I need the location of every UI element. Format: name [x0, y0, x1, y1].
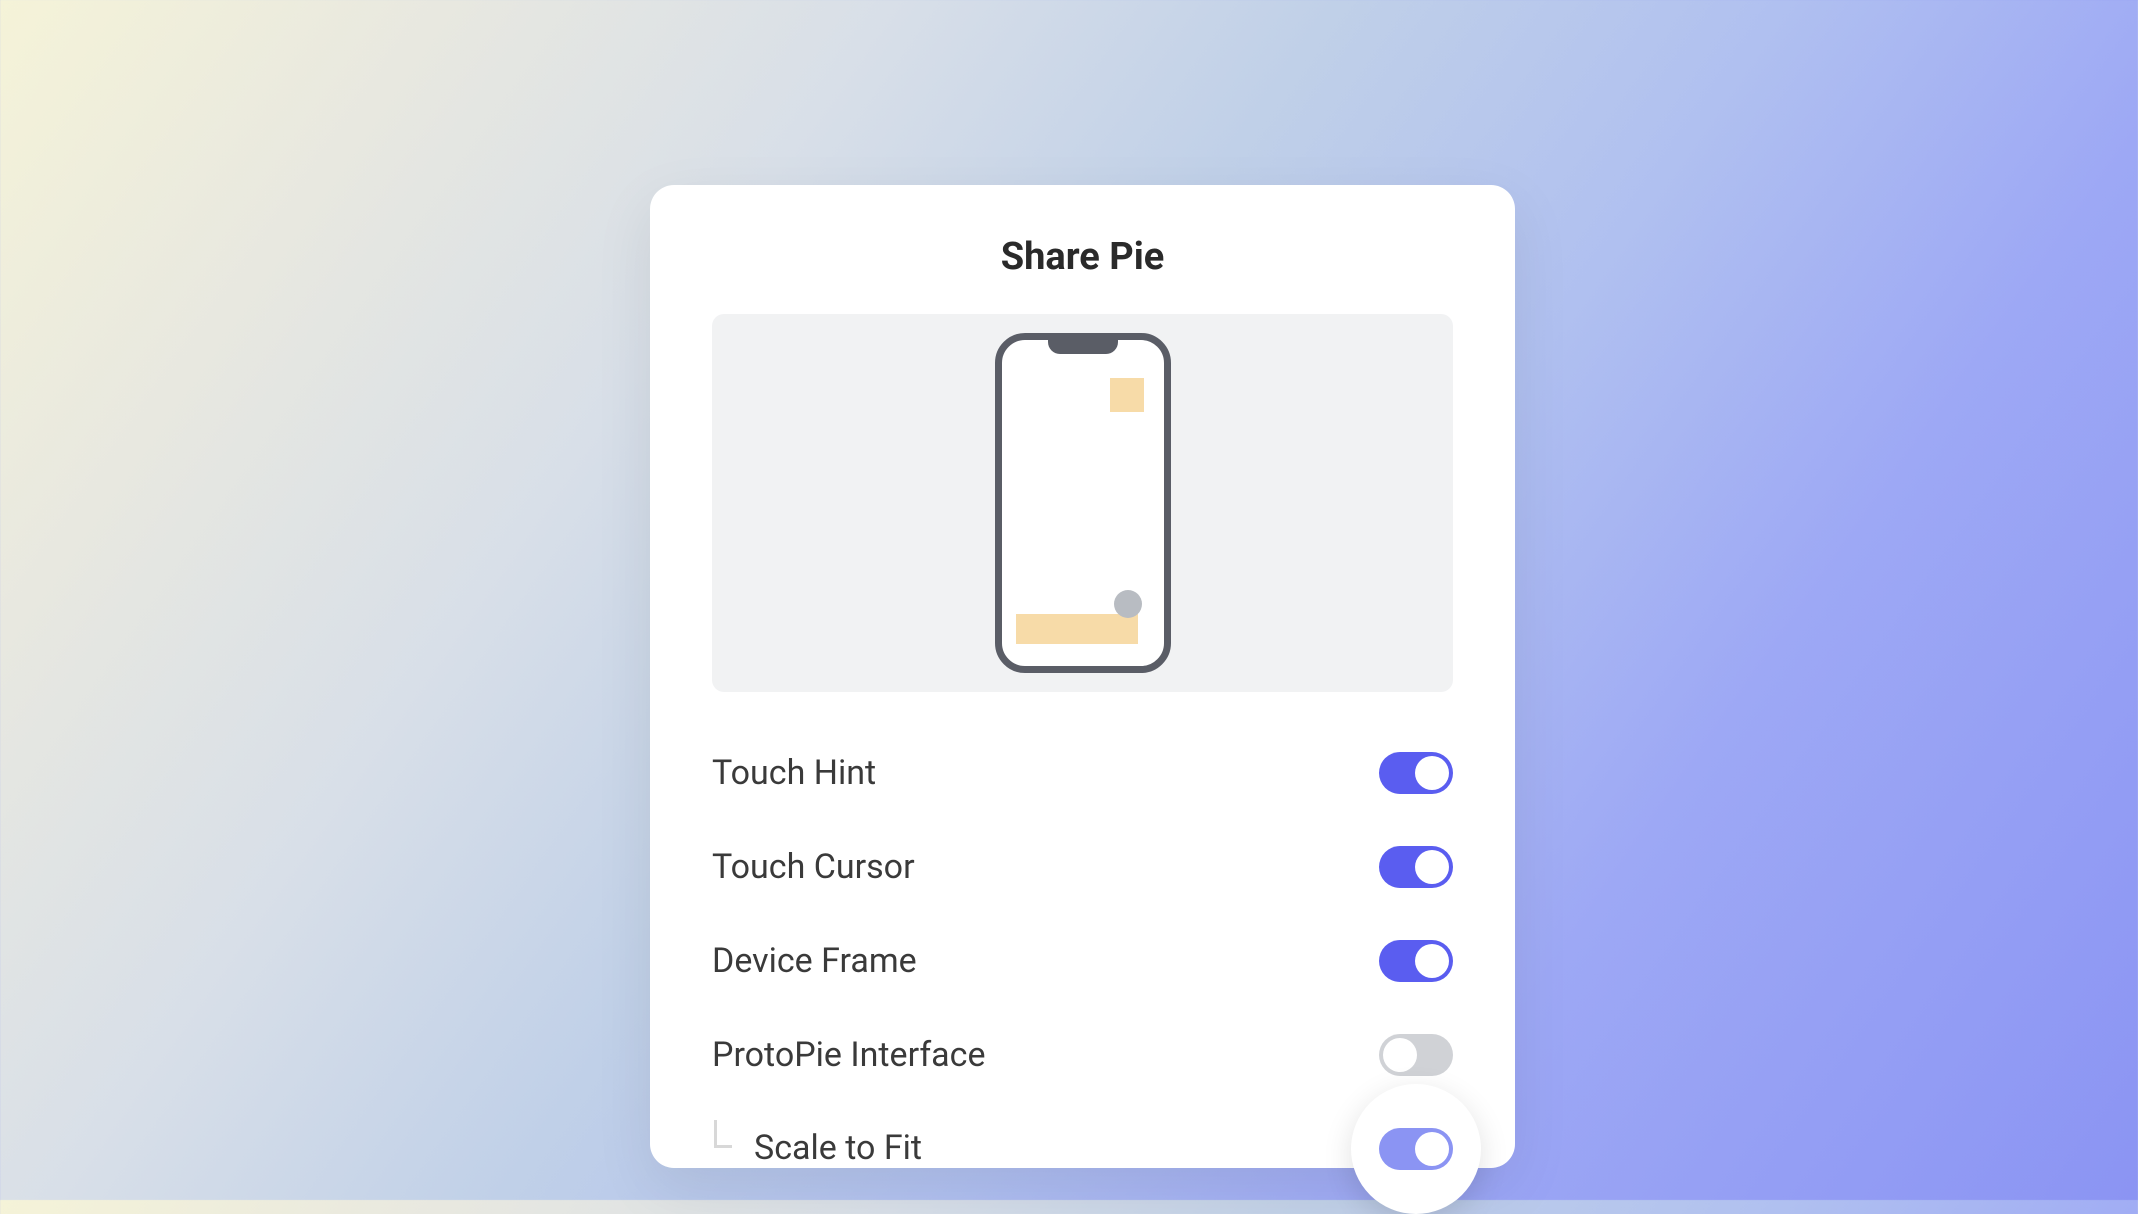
setting-row-touch-cursor: Touch Cursor [712, 846, 1453, 888]
setting-label: Touch Hint [712, 753, 876, 793]
toggle-touch-hint[interactable] [1379, 752, 1453, 794]
panel-title: Share Pie [712, 235, 1453, 279]
preview-box [712, 314, 1453, 692]
toggle-knob [1415, 1132, 1449, 1166]
setting-label: Scale to Fit [754, 1128, 922, 1168]
setting-row-scale-to-fit: Scale to Fit [712, 1128, 1453, 1168]
preview-block-top [1110, 378, 1144, 412]
toggle-knob [1415, 850, 1449, 884]
share-panel: Share Pie Touch Hint Touch Cursor Device… [650, 185, 1515, 1168]
setting-label: Device Frame [712, 941, 917, 981]
toggle-scale-to-fit[interactable] [1379, 1128, 1453, 1170]
toggle-knob [1415, 756, 1449, 790]
settings-list: Touch Hint Touch Cursor Device Frame Pro… [712, 752, 1453, 1168]
setting-label: Touch Cursor [712, 847, 915, 887]
toggle-device-frame[interactable] [1379, 940, 1453, 982]
toggle-knob [1415, 944, 1449, 978]
setting-row-device-frame: Device Frame [712, 940, 1453, 982]
setting-label: ProtoPie Interface [712, 1035, 985, 1075]
setting-row-protopie-interface: ProtoPie Interface [712, 1034, 1453, 1076]
preview-block-bottom [1016, 614, 1138, 644]
toggle-touch-cursor[interactable] [1379, 846, 1453, 888]
device-notch-icon [1048, 340, 1118, 354]
indent-marker-icon [714, 1120, 732, 1148]
device-frame-preview [995, 333, 1171, 673]
toggle-knob [1383, 1038, 1417, 1072]
setting-row-touch-hint: Touch Hint [712, 752, 1453, 794]
toggle-protopie-interface[interactable] [1379, 1034, 1453, 1076]
touch-cursor-icon [1114, 590, 1142, 618]
toggle-highlight-ring [1351, 1084, 1481, 1214]
